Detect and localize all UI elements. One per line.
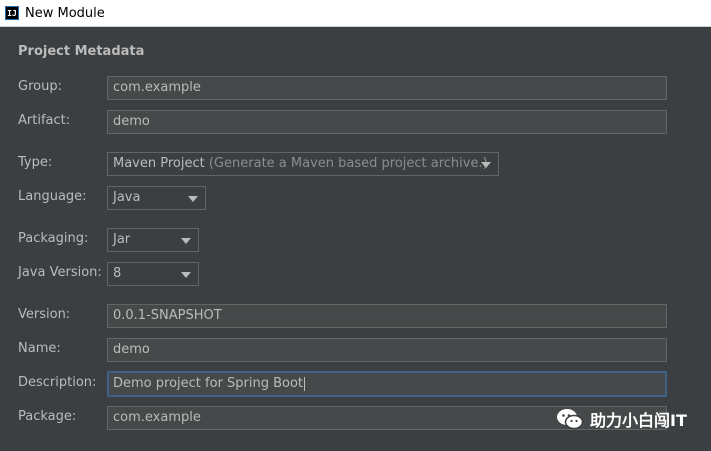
language-label: Language:	[18, 189, 87, 204]
chevron-down-icon	[481, 162, 491, 168]
packaging-value: Jar	[113, 232, 131, 247]
java-version-label: Java Version:	[18, 265, 102, 280]
section-title: Project Metadata	[18, 44, 145, 59]
version-input[interactable]: 0.0.1-SNAPSHOT	[107, 304, 667, 328]
artifact-input[interactable]: demo	[107, 110, 667, 134]
intellij-app-icon: IJ	[5, 6, 19, 20]
chevron-down-icon	[188, 196, 198, 202]
description-input[interactable]: Demo project for Spring Boot	[107, 371, 667, 397]
description-value: Demo project for Spring Boot	[113, 376, 304, 391]
type-dropdown[interactable]: Maven Project (Generate a Maven based pr…	[107, 152, 499, 176]
packaging-dropdown[interactable]: Jar	[107, 228, 199, 252]
chevron-down-icon	[181, 238, 191, 244]
java-version-dropdown[interactable]: 8	[107, 262, 199, 286]
type-label: Type:	[18, 155, 53, 170]
wechat-icon	[557, 409, 584, 430]
window-title: New Module	[25, 5, 105, 21]
name-input[interactable]: demo	[107, 338, 667, 362]
packaging-label: Packaging:	[18, 231, 89, 246]
type-hint: (Generate a Maven based project archive.…	[208, 156, 488, 171]
type-value: Maven Project	[113, 156, 205, 171]
language-value: Java	[113, 190, 141, 205]
title-bar: IJ New Module	[0, 0, 711, 27]
name-label: Name:	[18, 341, 61, 356]
description-label: Description:	[18, 375, 97, 390]
java-version-value: 8	[113, 266, 122, 281]
group-label: Group:	[18, 79, 62, 94]
group-input[interactable]: com.example	[107, 76, 667, 100]
package-label: Package:	[18, 409, 77, 424]
artifact-label: Artifact:	[18, 113, 71, 128]
watermark: 助力小白闯IT	[556, 404, 687, 434]
text-caret	[304, 376, 306, 391]
version-label: Version:	[18, 307, 71, 322]
watermark-text: 助力小白闯IT	[590, 411, 687, 430]
chevron-down-icon	[181, 272, 191, 278]
language-dropdown[interactable]: Java	[107, 186, 206, 210]
